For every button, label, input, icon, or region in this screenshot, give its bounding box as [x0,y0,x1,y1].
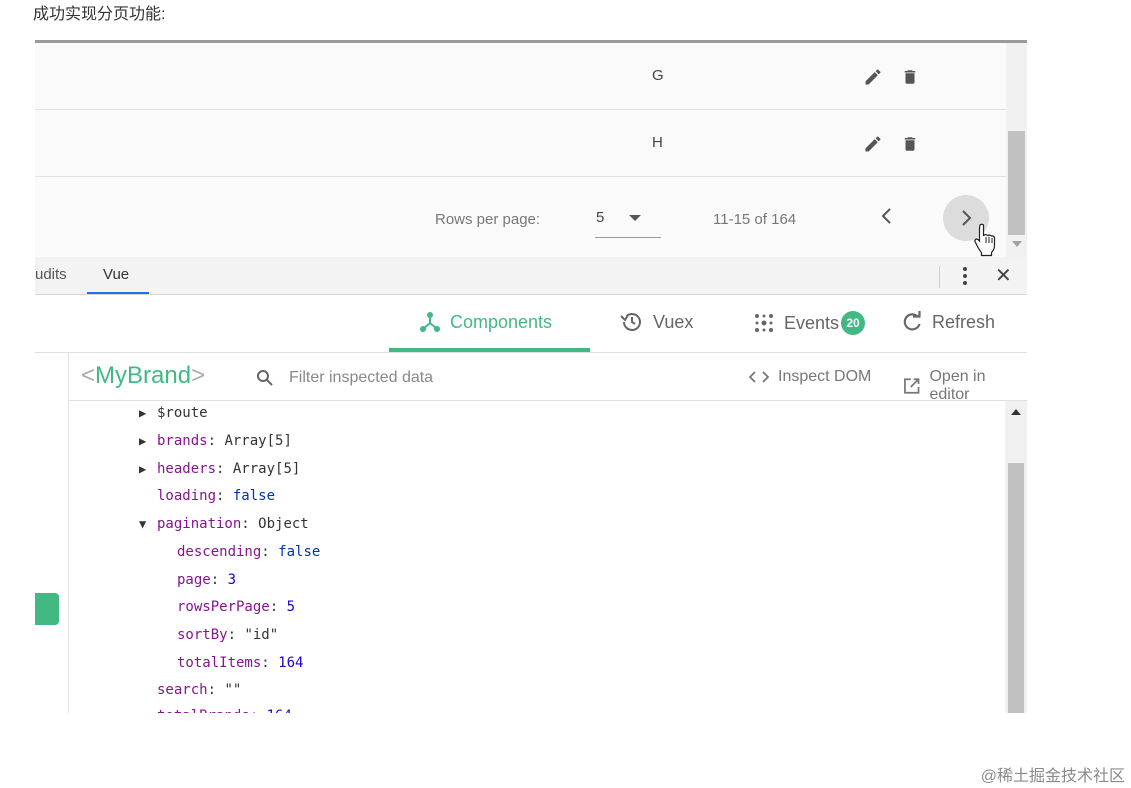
chevron-right-icon [962,210,972,226]
triangle-down-icon[interactable]: ▼ [139,517,157,531]
active-vue-tab-indicator [389,348,590,352]
vue-devtools-header: Components Vuex Events 20 Refresh [35,295,1027,353]
refresh-icon [903,311,921,331]
tab-vuex[interactable]: Vuex [620,311,693,333]
table-pagination: Rows per page: 5 11-15 of 164 [35,179,1006,257]
tab-components-label: Components [450,311,553,332]
filter-inspected-data-input[interactable] [289,367,649,389]
state-row-route[interactable]: ▶ $route [139,405,208,421]
tab-events-label: Events [784,312,840,333]
events-count-badge: 20 [841,311,866,335]
inspect-dom-label: Inspect DOM [778,368,872,385]
page-scrollbar-thumb[interactable] [1008,131,1025,235]
screenshot-frame: G H Rows per page: 5 11-15 of 164 udits … [35,40,1027,713]
open-in-new-icon [904,378,920,394]
state-row-page[interactable]: page: 3 [177,572,236,588]
close-icon[interactable]: ✕ [995,263,1012,288]
code-icon [749,371,769,383]
page-range-text: 11-15 of 164 [713,211,797,228]
edit-icon[interactable] [863,67,883,87]
edit-icon[interactable] [863,134,883,154]
inspector-header: <MyBrand> Inspect DOM Open in editor [69,353,1027,404]
table-cell-name: G [652,67,664,84]
table-row: G [35,43,1006,110]
previous-page-button[interactable] [868,197,906,235]
divider [939,266,940,288]
state-row-descending[interactable]: descending: false [177,544,320,560]
events-icon [755,314,773,332]
components-icon [420,312,440,332]
chevron-left-icon [881,208,891,224]
more-vert-icon[interactable] [955,264,975,288]
tab-components[interactable]: Components [419,311,552,333]
table-row: H [35,110,1006,177]
state-row-totalitems[interactable]: totalItems: 164 [177,655,303,671]
devtools-tab-bar: udits Vue ✕ [35,257,1027,295]
tab-vuex-label: Vuex [653,311,694,332]
state-row-brands[interactable]: ▶ brands: Array[5] [139,433,292,449]
open-in-editor-label: Open in editor [929,368,986,403]
hand-cursor-icon [974,223,996,257]
state-inspector-tree: ▶ $route ▶ brands: Array[5] ▶ headers: Arra… [69,401,1005,713]
scroll-down-arrow-icon[interactable] [1012,241,1022,247]
rows-per-page-select[interactable]: 5 [595,201,661,238]
tab-audits[interactable]: udits [35,266,67,283]
triangle-right-icon[interactable]: ▶ [139,406,157,420]
tab-vue[interactable]: Vue [103,266,129,283]
caret-down-icon [629,215,641,221]
scroll-up-arrow-icon[interactable] [1011,409,1021,415]
refresh-label: Refresh [932,311,996,332]
inspect-dom-button[interactable]: Inspect DOM [749,368,871,386]
table-cell-name: H [652,134,663,151]
inspected-component-name: <MyBrand> [81,362,206,389]
inspector-scrollbar[interactable] [1005,401,1027,713]
state-row-pagination[interactable]: ▼ pagination: Object [139,516,309,532]
rows-per-page-value: 5 [596,209,605,226]
watermark-text: @稀土掘金技术社区 [980,768,1125,785]
state-row-sortby[interactable]: sortBy: "id" [177,627,278,643]
history-icon [620,313,641,331]
delete-icon[interactable] [901,133,919,155]
state-row-rowsperpage[interactable]: rowsPerPage: 5 [177,599,295,615]
triangle-right-icon[interactable]: ▶ [139,434,157,448]
delete-icon[interactable] [901,66,919,88]
state-row-loading[interactable]: loading: false [157,488,275,504]
page-scrollbar[interactable] [1006,43,1027,257]
state-row-headers[interactable]: ▶ headers: Array[5] [139,461,300,477]
refresh-button[interactable]: Refresh [901,311,995,333]
search-icon [257,370,273,386]
selected-component-marker[interactable] [35,593,59,625]
tab-events[interactable]: Events 20 [753,311,866,335]
open-in-editor-button[interactable]: Open in editor [903,368,1027,404]
active-tab-indicator [87,292,149,294]
state-row-totalbrands[interactable]: totalBrands: 164 [157,708,292,713]
caption-text: 成功实现分页功能: [33,6,166,23]
component-tree-pane [35,353,69,713]
triangle-right-icon[interactable]: ▶ [139,462,157,476]
state-row-search[interactable]: search: "" [157,682,241,698]
inspector-scrollbar-thumb[interactable] [1008,463,1024,713]
rows-per-page-label: Rows per page: [435,211,541,228]
